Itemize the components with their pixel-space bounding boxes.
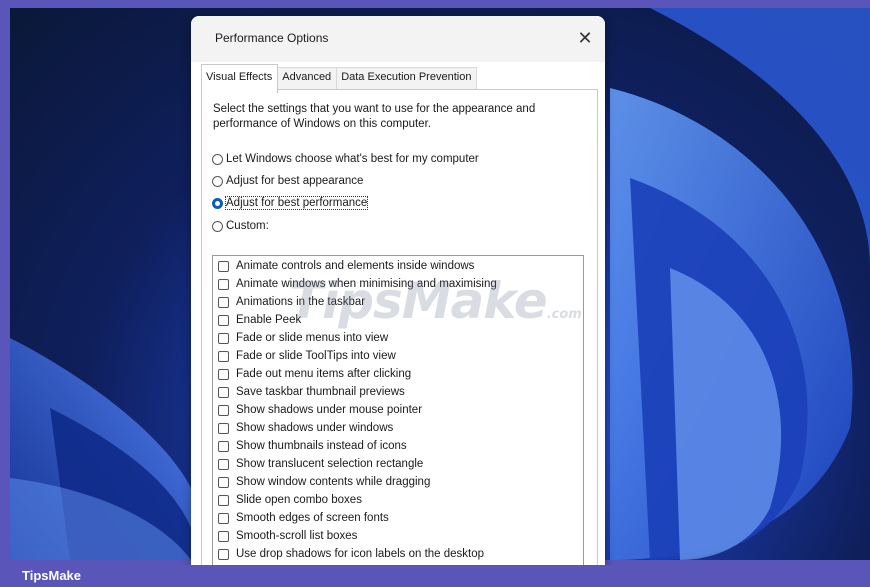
checkbox-icon[interactable] xyxy=(218,458,229,470)
checkbox-label: Fade or slide menus into view xyxy=(236,332,389,344)
list-item[interactable]: Show thumbnails instead of icons xyxy=(218,437,407,455)
checkbox-label: Show window contents while dragging xyxy=(236,476,431,488)
checkbox-icon[interactable] xyxy=(218,476,229,488)
list-item[interactable]: Animate controls and elements inside win… xyxy=(218,257,474,275)
checkbox-icon[interactable] xyxy=(218,350,229,362)
list-item[interactable]: Fade or slide menus into view xyxy=(218,329,388,347)
checkbox-icon[interactable] xyxy=(218,530,229,542)
checkbox-label: Fade out menu items after clicking xyxy=(236,368,412,380)
radio-label: Let Windows choose what's best for my co… xyxy=(226,153,479,165)
checkbox-icon[interactable] xyxy=(218,260,229,272)
radio-label: Adjust for best performance xyxy=(224,196,369,210)
tab-data-execution-prevention[interactable]: Data Execution Prevention xyxy=(336,67,478,90)
list-item[interactable]: Show window contents while dragging xyxy=(218,473,430,491)
checkbox-icon[interactable] xyxy=(218,368,229,380)
checkbox-label: Enable Peek xyxy=(236,314,302,326)
checkbox-icon[interactable] xyxy=(218,332,229,344)
tab-visual-effects[interactable]: Visual Effects xyxy=(201,64,279,93)
checkbox-label: Animate controls and elements inside win… xyxy=(236,260,475,272)
list-item[interactable]: Show translucent selection rectangle xyxy=(218,455,423,473)
tab-advanced[interactable]: Advanced xyxy=(277,67,338,90)
checkbox-label: Show thumbnails instead of icons xyxy=(236,440,407,452)
checkbox-label: Save taskbar thumbnail previews xyxy=(236,386,405,398)
list-item[interactable]: Animations in the taskbar xyxy=(218,293,365,311)
dialog-title: Performance Options xyxy=(215,31,329,45)
checkbox-icon[interactable] xyxy=(218,494,229,506)
checkbox-icon[interactable] xyxy=(218,512,229,524)
list-item[interactable]: Fade out menu items after clicking xyxy=(218,365,411,383)
list-item[interactable]: Use drop shadows for icon labels on the … xyxy=(218,545,484,563)
checkbox-label: Animate windows when minimising and maxi… xyxy=(236,278,497,290)
visual-effects-panel: Select the settings that you want to use… xyxy=(201,89,598,576)
radio-best-appearance[interactable]: Adjust for best appearance xyxy=(212,172,363,190)
checkbox-label: Animations in the taskbar xyxy=(236,296,366,308)
radio-button-icon[interactable] xyxy=(212,220,223,232)
checkbox-label: Show translucent selection rectangle xyxy=(236,458,424,470)
list-item[interactable]: Smooth-scroll list boxes xyxy=(218,527,357,545)
list-item[interactable]: Fade or slide ToolTips into view xyxy=(218,347,396,365)
radio-label: Adjust for best appearance xyxy=(226,175,364,187)
list-item[interactable]: Show shadows under windows xyxy=(218,419,393,437)
visual-effects-list[interactable]: Animate controls and elements inside win… xyxy=(212,255,584,576)
checkbox-label: Show shadows under mouse pointer xyxy=(236,404,423,416)
checkbox-icon[interactable] xyxy=(218,440,229,452)
list-item[interactable]: Show shadows under mouse pointer xyxy=(218,401,422,419)
checkbox-icon[interactable] xyxy=(218,386,229,398)
radio-custom[interactable]: Custom: xyxy=(212,217,269,235)
checkbox-icon[interactable] xyxy=(218,296,229,308)
list-item[interactable]: Smooth edges of screen fonts xyxy=(218,509,389,527)
checkbox-icon[interactable] xyxy=(218,278,229,290)
tab-strip: Visual Effects Advanced Data Execution P… xyxy=(201,64,478,93)
checkbox-icon[interactable] xyxy=(218,404,229,416)
checkbox-label: Slide open combo boxes xyxy=(236,494,362,506)
checkbox-label: Fade or slide ToolTips into view xyxy=(236,350,396,362)
radio-label: Custom: xyxy=(226,220,269,232)
radio-let-windows-choose[interactable]: Let Windows choose what's best for my co… xyxy=(212,150,479,168)
checkbox-label: Smooth-scroll list boxes xyxy=(236,530,358,542)
checkbox-icon[interactable] xyxy=(218,422,229,434)
checkbox-label: Use drop shadows for icon labels on the … xyxy=(236,548,485,560)
close-icon[interactable]: ✕ xyxy=(571,24,599,52)
dialog-titlebar[interactable]: Performance Options ✕ xyxy=(191,16,605,62)
list-item[interactable]: Enable Peek xyxy=(218,311,301,329)
footer-brand-bar: TipsMake xyxy=(0,565,870,587)
checkbox-icon[interactable] xyxy=(218,314,229,326)
panel-description: Select the settings that you want to use… xyxy=(213,103,536,130)
checkbox-label: Smooth edges of screen fonts xyxy=(236,512,389,524)
list-item[interactable]: Save taskbar thumbnail previews xyxy=(218,383,405,401)
footer-brand: TipsMake xyxy=(22,568,82,583)
radio-button-icon[interactable] xyxy=(212,153,223,165)
list-item[interactable]: Slide open combo boxes xyxy=(218,491,362,509)
checkbox-icon[interactable] xyxy=(218,548,229,560)
radio-best-performance[interactable]: Adjust for best performance xyxy=(212,194,369,212)
radio-button-icon[interactable] xyxy=(212,175,223,187)
checkbox-label: Show shadows under windows xyxy=(236,422,394,434)
radio-button-selected-icon[interactable] xyxy=(212,197,223,209)
list-item[interactable]: Animate windows when minimising and maxi… xyxy=(218,275,497,293)
performance-options-dialog: Performance Options ✕ Visual Effects Adv… xyxy=(191,16,605,576)
